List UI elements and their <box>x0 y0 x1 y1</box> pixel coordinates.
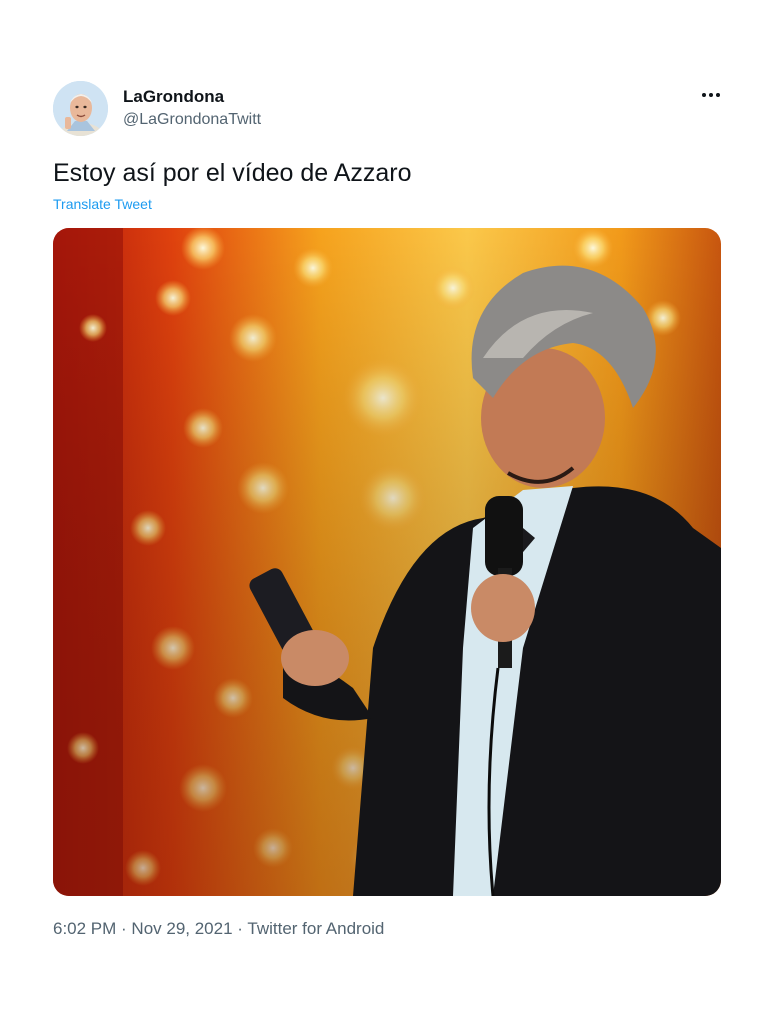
display-name[interactable]: LaGrondona <box>123 87 224 107</box>
tweet-card: LaGrondona @LaGrondonaTwitt Estoy así po… <box>0 0 768 1024</box>
tweet-time[interactable]: 6:02 PM <box>53 919 116 938</box>
avatar[interactable] <box>53 81 108 136</box>
tweet-source[interactable]: Twitter for Android <box>247 919 384 938</box>
more-options-button[interactable] <box>696 84 726 106</box>
tweet-text: Estoy así por el vídeo de Azzaro <box>53 159 412 187</box>
translate-tweet-link[interactable]: Translate Tweet <box>53 196 152 212</box>
tweet-photo[interactable] <box>53 228 721 896</box>
avatar-caricature <box>53 81 108 136</box>
more-horizontal-icon <box>702 93 720 97</box>
photo-performer-with-phone <box>53 228 721 896</box>
meta-separator: · <box>116 919 132 938</box>
tweet-date[interactable]: Nov 29, 2021 <box>131 919 232 938</box>
meta-separator: · <box>232 919 248 938</box>
user-handle[interactable]: @LaGrondonaTwitt <box>123 111 261 129</box>
tweet-metadata: 6:02 PM · Nov 29, 2021 · Twitter for And… <box>53 919 384 939</box>
